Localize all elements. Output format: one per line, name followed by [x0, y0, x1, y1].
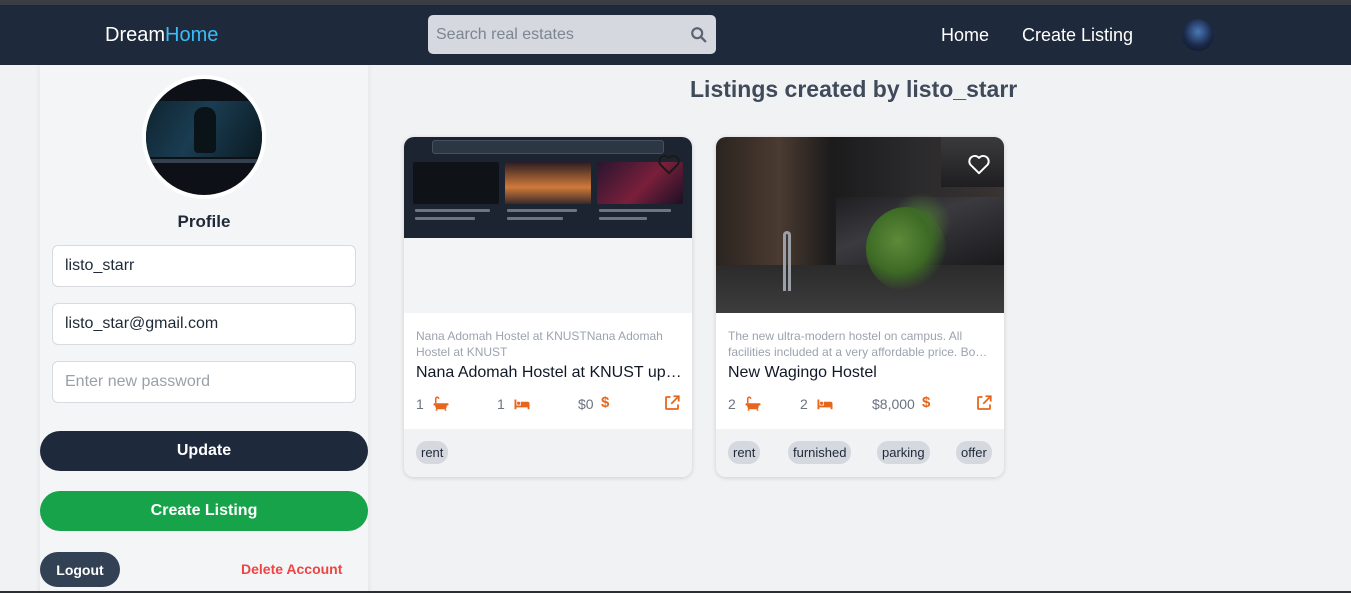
listing-image[interactable]: [716, 137, 1004, 313]
image-faucet: [783, 231, 791, 291]
bath-count-value: 2: [728, 396, 736, 412]
listing-description: Nana Adomah Hostel at KNUSTNana Adomah H…: [416, 329, 663, 359]
tag-parking: parking: [877, 441, 930, 464]
tag-furnished: furnished: [788, 441, 852, 464]
listings-heading: Listings created by listo_starr: [690, 76, 1018, 102]
listing-name[interactable]: New Wagingo Hostel: [728, 364, 994, 382]
image-caption-line: [415, 209, 490, 212]
search-input[interactable]: [428, 15, 678, 54]
update-button[interactable]: Update: [40, 431, 368, 471]
search-bar: [428, 15, 716, 54]
dollar-icon: $: [601, 394, 610, 411]
image-caption-line: [599, 209, 671, 212]
bath-count: 2: [728, 395, 768, 413]
listing-image-screenshot: [404, 137, 692, 238]
bath-count: 1: [416, 395, 456, 413]
brand-primary: Dream: [105, 24, 166, 46]
avatar-image-figure: [194, 107, 216, 153]
image-caption-line: [415, 217, 475, 220]
create-listing-button[interactable]: Create Listing: [40, 491, 368, 531]
logout-button[interactable]: Logout: [40, 552, 120, 587]
image-plant: [866, 207, 946, 291]
delete-account-link[interactable]: Delete Account: [241, 561, 342, 577]
bathtub-icon: [433, 396, 449, 411]
nav-link-create-listing[interactable]: Create Listing: [1022, 25, 1133, 46]
image-caption-line: [507, 217, 563, 220]
search-icon[interactable]: [690, 26, 708, 44]
user-avatar[interactable]: [1182, 19, 1214, 51]
listing-tags: rent furnished parking offer: [716, 429, 1004, 477]
brand-logo[interactable]: DreamHome: [105, 24, 218, 47]
profile-avatar[interactable]: [142, 75, 266, 199]
username-field[interactable]: [52, 245, 356, 287]
listing-card[interactable]: The new ultra-modern hostel on campus. A…: [716, 137, 1004, 477]
bed-count-value: 2: [800, 396, 808, 412]
bed-icon: [514, 399, 530, 410]
listing-price: $0: [578, 396, 594, 412]
image-counter: [716, 265, 1004, 313]
listing-tags: rent: [404, 429, 692, 477]
bath-count-value: 1: [416, 396, 424, 412]
bathtub-icon: [745, 396, 761, 411]
image-thumb: [413, 162, 499, 204]
heart-icon[interactable]: [656, 151, 682, 177]
image-toolbar: [432, 140, 664, 154]
image-caption-line: [599, 217, 647, 220]
profile-heading: Profile: [177, 212, 231, 231]
bed-icon: [817, 399, 833, 410]
navbar: DreamHome Home Create Listing: [0, 5, 1351, 65]
listing-description: The new ultra-modern hostel on campus. A…: [728, 329, 988, 362]
tag-rent: rent: [728, 441, 761, 464]
image-caption-line: [507, 209, 577, 212]
external-link-icon[interactable]: [663, 394, 681, 412]
email-field[interactable]: [52, 303, 356, 345]
profile-sidebar: Profile Update Create Listing Logout Del…: [40, 65, 368, 593]
listing-card[interactable]: Nana Adomah Hostel at KNUSTNana Adomah H…: [404, 137, 692, 477]
avatar-image-bar: [150, 159, 258, 163]
tag-rent: rent: [416, 441, 449, 464]
brand-accent: Home: [165, 24, 219, 46]
nav-link-home[interactable]: Home: [941, 25, 989, 46]
listing-image[interactable]: [404, 137, 692, 313]
listing-name[interactable]: Nana Adomah Hostel at KNUST updated: [416, 364, 682, 382]
password-field[interactable]: [52, 361, 356, 403]
listing-price: $8,000: [872, 396, 915, 412]
bed-count-value: 1: [497, 396, 505, 412]
bed-count: 2: [800, 395, 840, 413]
bed-count: 1: [497, 395, 537, 413]
tag-offer: offer: [956, 441, 992, 464]
dollar-icon: $: [922, 394, 931, 411]
image-thumb: [505, 162, 591, 204]
listing-image-photo: [716, 137, 1004, 313]
heart-icon[interactable]: [966, 151, 992, 177]
external-link-icon[interactable]: [975, 394, 993, 412]
